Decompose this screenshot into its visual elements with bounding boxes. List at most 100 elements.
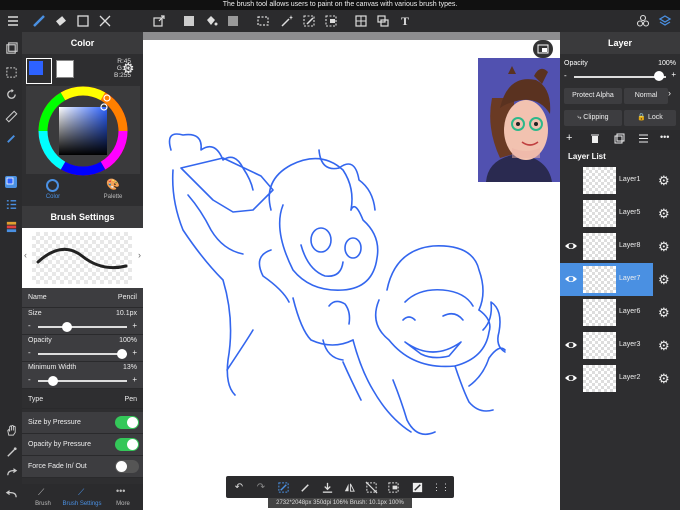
clipping-button[interactable]: ⤷ Clipping bbox=[564, 110, 622, 126]
pen-quick-icon[interactable] bbox=[298, 480, 312, 494]
menu-icon[interactable] bbox=[4, 10, 22, 32]
visibility-eye-icon[interactable] bbox=[564, 239, 578, 253]
blend-mode-chevron-icon[interactable]: › bbox=[668, 88, 671, 98]
deselect-icon[interactable] bbox=[364, 480, 378, 494]
rectangle-tool-icon[interactable] bbox=[74, 10, 92, 32]
color-tab-label[interactable]: Color bbox=[36, 194, 70, 200]
palette-tab-label[interactable]: Palette bbox=[96, 194, 130, 200]
size-pressure-toggle[interactable] bbox=[115, 416, 139, 429]
layer-settings-gear-icon[interactable]: ⚙ bbox=[658, 272, 670, 288]
layer-list-icon[interactable] bbox=[638, 133, 649, 146]
color-wheel[interactable] bbox=[36, 86, 130, 176]
frame-divider-icon[interactable] bbox=[352, 10, 370, 32]
opacity-minus-button[interactable]: - bbox=[28, 348, 31, 357]
flip-horizontal-icon[interactable] bbox=[342, 480, 356, 494]
layer-row[interactable]: Layer3 ⚙ bbox=[560, 329, 680, 362]
layer-row[interactable]: Layer2 ⚙ bbox=[560, 362, 680, 395]
eraser-tool-icon[interactable] bbox=[52, 10, 70, 32]
eyedropper-blue-icon[interactable] bbox=[3, 130, 19, 146]
layer-settings-gear-icon[interactable]: ⚙ bbox=[658, 338, 670, 354]
layer-stack-icon[interactable] bbox=[3, 218, 19, 234]
fill-color-icon[interactable] bbox=[180, 10, 198, 32]
gallery-icon[interactable] bbox=[3, 40, 19, 56]
undo-quick-icon[interactable]: ↶ bbox=[232, 480, 246, 494]
primary-color-swatch[interactable] bbox=[26, 58, 52, 84]
visibility-eye-icon[interactable] bbox=[564, 338, 578, 352]
type-row[interactable]: Type Pen bbox=[22, 389, 143, 409]
layer-row[interactable]: Layer7 ⚙ bbox=[560, 263, 670, 296]
opacity-pressure-toggle[interactable] bbox=[115, 438, 139, 451]
selection-layer-icon[interactable] bbox=[3, 64, 19, 80]
redo-quick-icon[interactable]: ↷ bbox=[254, 480, 268, 494]
layer-row[interactable]: Layer1 ⚙ bbox=[560, 164, 680, 197]
secondary-color-swatch[interactable] bbox=[56, 60, 74, 78]
delete-layer-icon[interactable] bbox=[590, 133, 600, 146]
more-tab-label[interactable]: More bbox=[108, 501, 138, 507]
min-width-slider-thumb[interactable] bbox=[48, 376, 59, 386]
size-slider-thumb[interactable] bbox=[61, 322, 72, 332]
reference-window-button[interactable] bbox=[533, 40, 553, 58]
download-icon[interactable] bbox=[320, 480, 334, 494]
duplicate-layer-icon[interactable] bbox=[614, 133, 625, 146]
brush-tab-icon[interactable]: ⟋ bbox=[38, 487, 44, 498]
select-erase-quick-icon[interactable] bbox=[386, 480, 400, 494]
layers-icon[interactable] bbox=[656, 10, 674, 32]
ruler-icon[interactable] bbox=[3, 108, 19, 124]
gradient-tool-icon[interactable] bbox=[224, 10, 242, 32]
lasso-fill-icon[interactable] bbox=[276, 480, 290, 494]
materials-icon[interactable] bbox=[634, 10, 652, 32]
layer-row[interactable]: Layer6 ⚙ bbox=[560, 296, 680, 329]
move-tool-icon[interactable] bbox=[150, 10, 168, 32]
layer-settings-gear-icon[interactable]: ⚙ bbox=[658, 239, 670, 255]
layer-opacity-plus[interactable]: + bbox=[671, 70, 676, 79]
brush-settings-tab-label[interactable]: Brush Settings bbox=[62, 501, 102, 507]
layer-opacity-thumb[interactable] bbox=[654, 71, 664, 81]
rotate-icon[interactable] bbox=[3, 86, 19, 102]
text-tool-icon[interactable]: T bbox=[396, 10, 414, 32]
layer-settings-gear-icon[interactable]: ⚙ bbox=[658, 305, 670, 321]
layer-opacity-slider[interactable] bbox=[574, 76, 666, 78]
visibility-eye-icon[interactable] bbox=[564, 272, 578, 286]
add-layer-icon[interactable]: + bbox=[566, 132, 572, 144]
select-eraser-icon[interactable] bbox=[322, 10, 340, 32]
canvas-edit-icon[interactable] bbox=[410, 480, 424, 494]
color-panel-icon[interactable] bbox=[3, 174, 19, 190]
layer-row[interactable]: Layer8 ⚙ bbox=[560, 230, 680, 263]
eyedropper-icon[interactable] bbox=[3, 444, 19, 460]
visibility-eye-icon[interactable] bbox=[564, 371, 578, 385]
min-width-minus-button[interactable]: - bbox=[28, 375, 31, 384]
layer-settings-gear-icon[interactable]: ⚙ bbox=[658, 206, 670, 222]
brush-name-row[interactable]: Name Pencil bbox=[22, 288, 143, 308]
blend-mode-select[interactable]: Normal bbox=[624, 88, 668, 104]
force-fade-toggle[interactable] bbox=[115, 460, 139, 473]
brush-tab-label[interactable]: Brush bbox=[28, 501, 58, 507]
lock-button[interactable]: 🔒 Lock bbox=[624, 110, 676, 126]
size-minus-button[interactable]: - bbox=[28, 321, 31, 330]
brush-list-icon[interactable] bbox=[3, 196, 19, 212]
select-pen-icon[interactable] bbox=[300, 10, 318, 32]
bucket-tool-icon[interactable] bbox=[202, 10, 220, 32]
magic-wand-icon[interactable] bbox=[278, 10, 296, 32]
protect-alpha-button[interactable]: Protect Alpha bbox=[564, 88, 622, 104]
brush-prev-icon[interactable]: ‹ bbox=[24, 250, 27, 260]
layer-row[interactable]: Layer5 ⚙ bbox=[560, 197, 680, 230]
brush-next-icon[interactable]: › bbox=[138, 250, 141, 260]
opacity-slider[interactable] bbox=[38, 353, 127, 355]
color-tab-icon[interactable] bbox=[46, 179, 59, 192]
palette-tab-icon[interactable]: 🎨 bbox=[106, 178, 120, 191]
color-settings-gear-icon[interactable]: ⚙ bbox=[122, 60, 135, 77]
layer-settings-gear-icon[interactable]: ⚙ bbox=[658, 371, 670, 387]
grid-dots-icon[interactable]: ⋮⋮ bbox=[432, 480, 450, 494]
opacity-slider-thumb[interactable] bbox=[117, 349, 127, 359]
redo-icon[interactable] bbox=[3, 464, 19, 480]
layer-settings-gear-icon[interactable]: ⚙ bbox=[658, 173, 670, 189]
layer-more-icon[interactable]: ••• bbox=[660, 132, 669, 142]
layer-opacity-minus[interactable]: - bbox=[564, 71, 567, 80]
more-tab-icon[interactable]: ••• bbox=[116, 486, 125, 496]
opacity-plus-button[interactable]: + bbox=[132, 348, 137, 357]
undo-icon[interactable] bbox=[3, 486, 19, 502]
min-width-plus-button[interactable]: + bbox=[132, 375, 137, 384]
selection-tool-icon[interactable] bbox=[254, 10, 272, 32]
hand-tool-icon[interactable] bbox=[3, 422, 19, 438]
size-slider[interactable] bbox=[38, 326, 127, 328]
